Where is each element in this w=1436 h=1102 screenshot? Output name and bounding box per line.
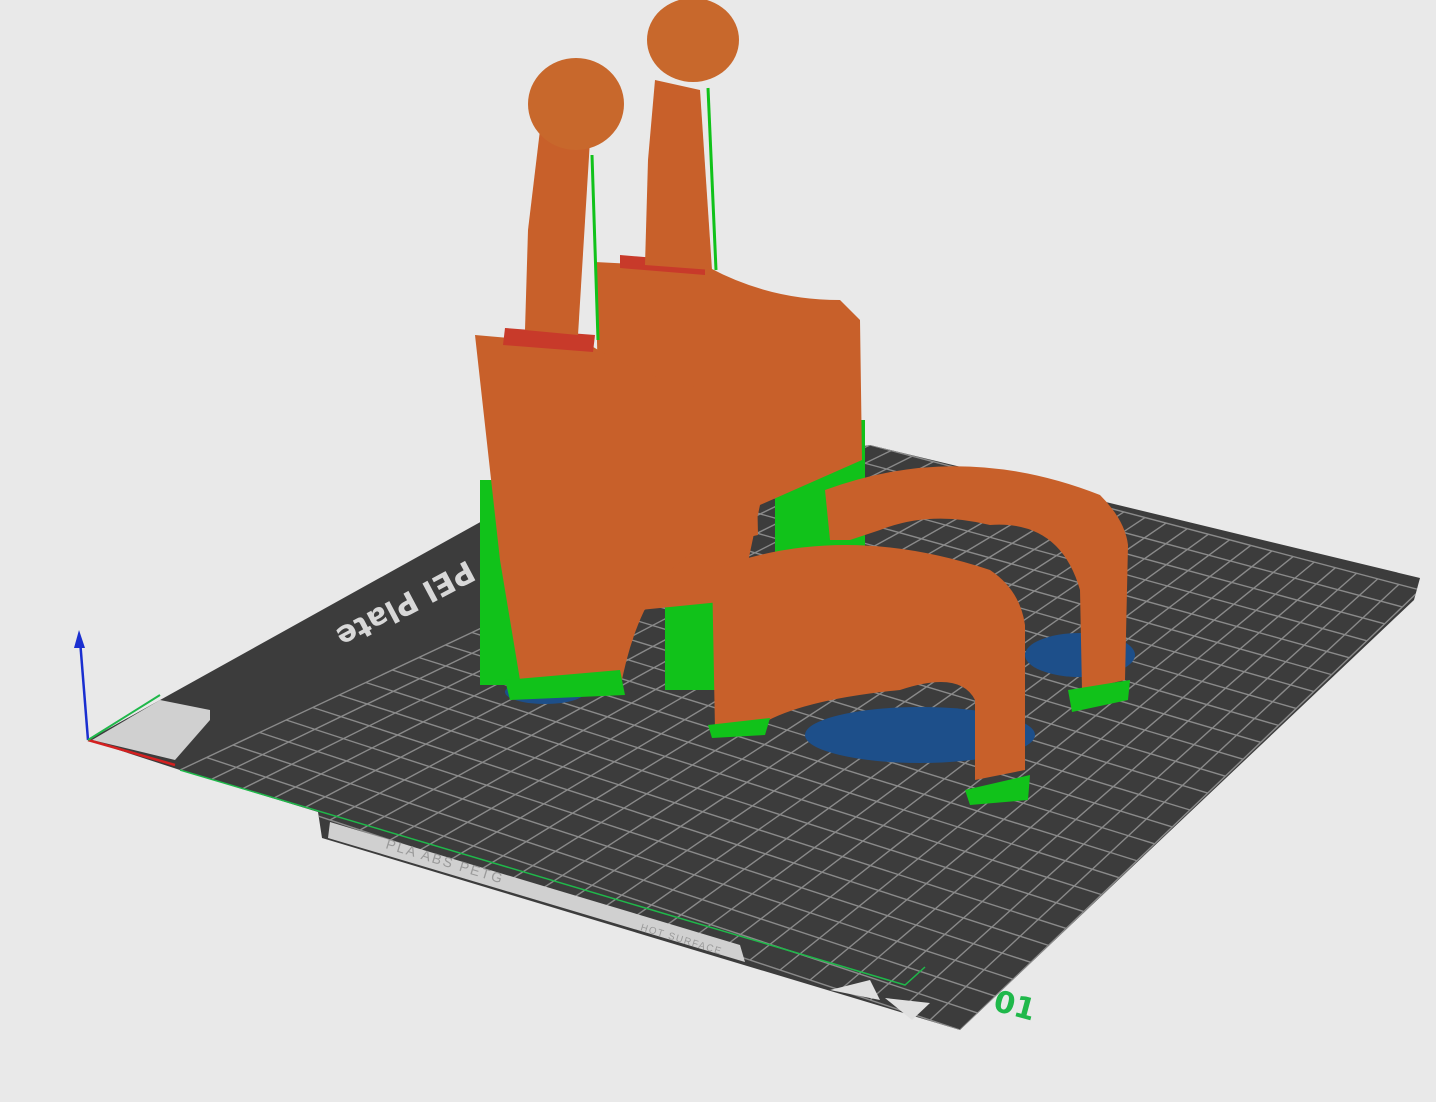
scene[interactable]: PLA ABS PETG HOT SURFACE PEI Plate 01: [0, 0, 1436, 1102]
model-stem: [525, 130, 590, 335]
3d-viewport[interactable]: PLA ABS PETG HOT SURFACE PEI Plate 01: [0, 0, 1436, 1102]
model-disc: [647, 0, 739, 82]
z-axis-arrow: [74, 630, 85, 648]
support: [590, 154, 600, 341]
model-disc: [528, 58, 624, 150]
model-stem: [645, 80, 712, 270]
z-axis: [78, 639, 90, 741]
plate-number: 01: [990, 984, 1039, 1029]
